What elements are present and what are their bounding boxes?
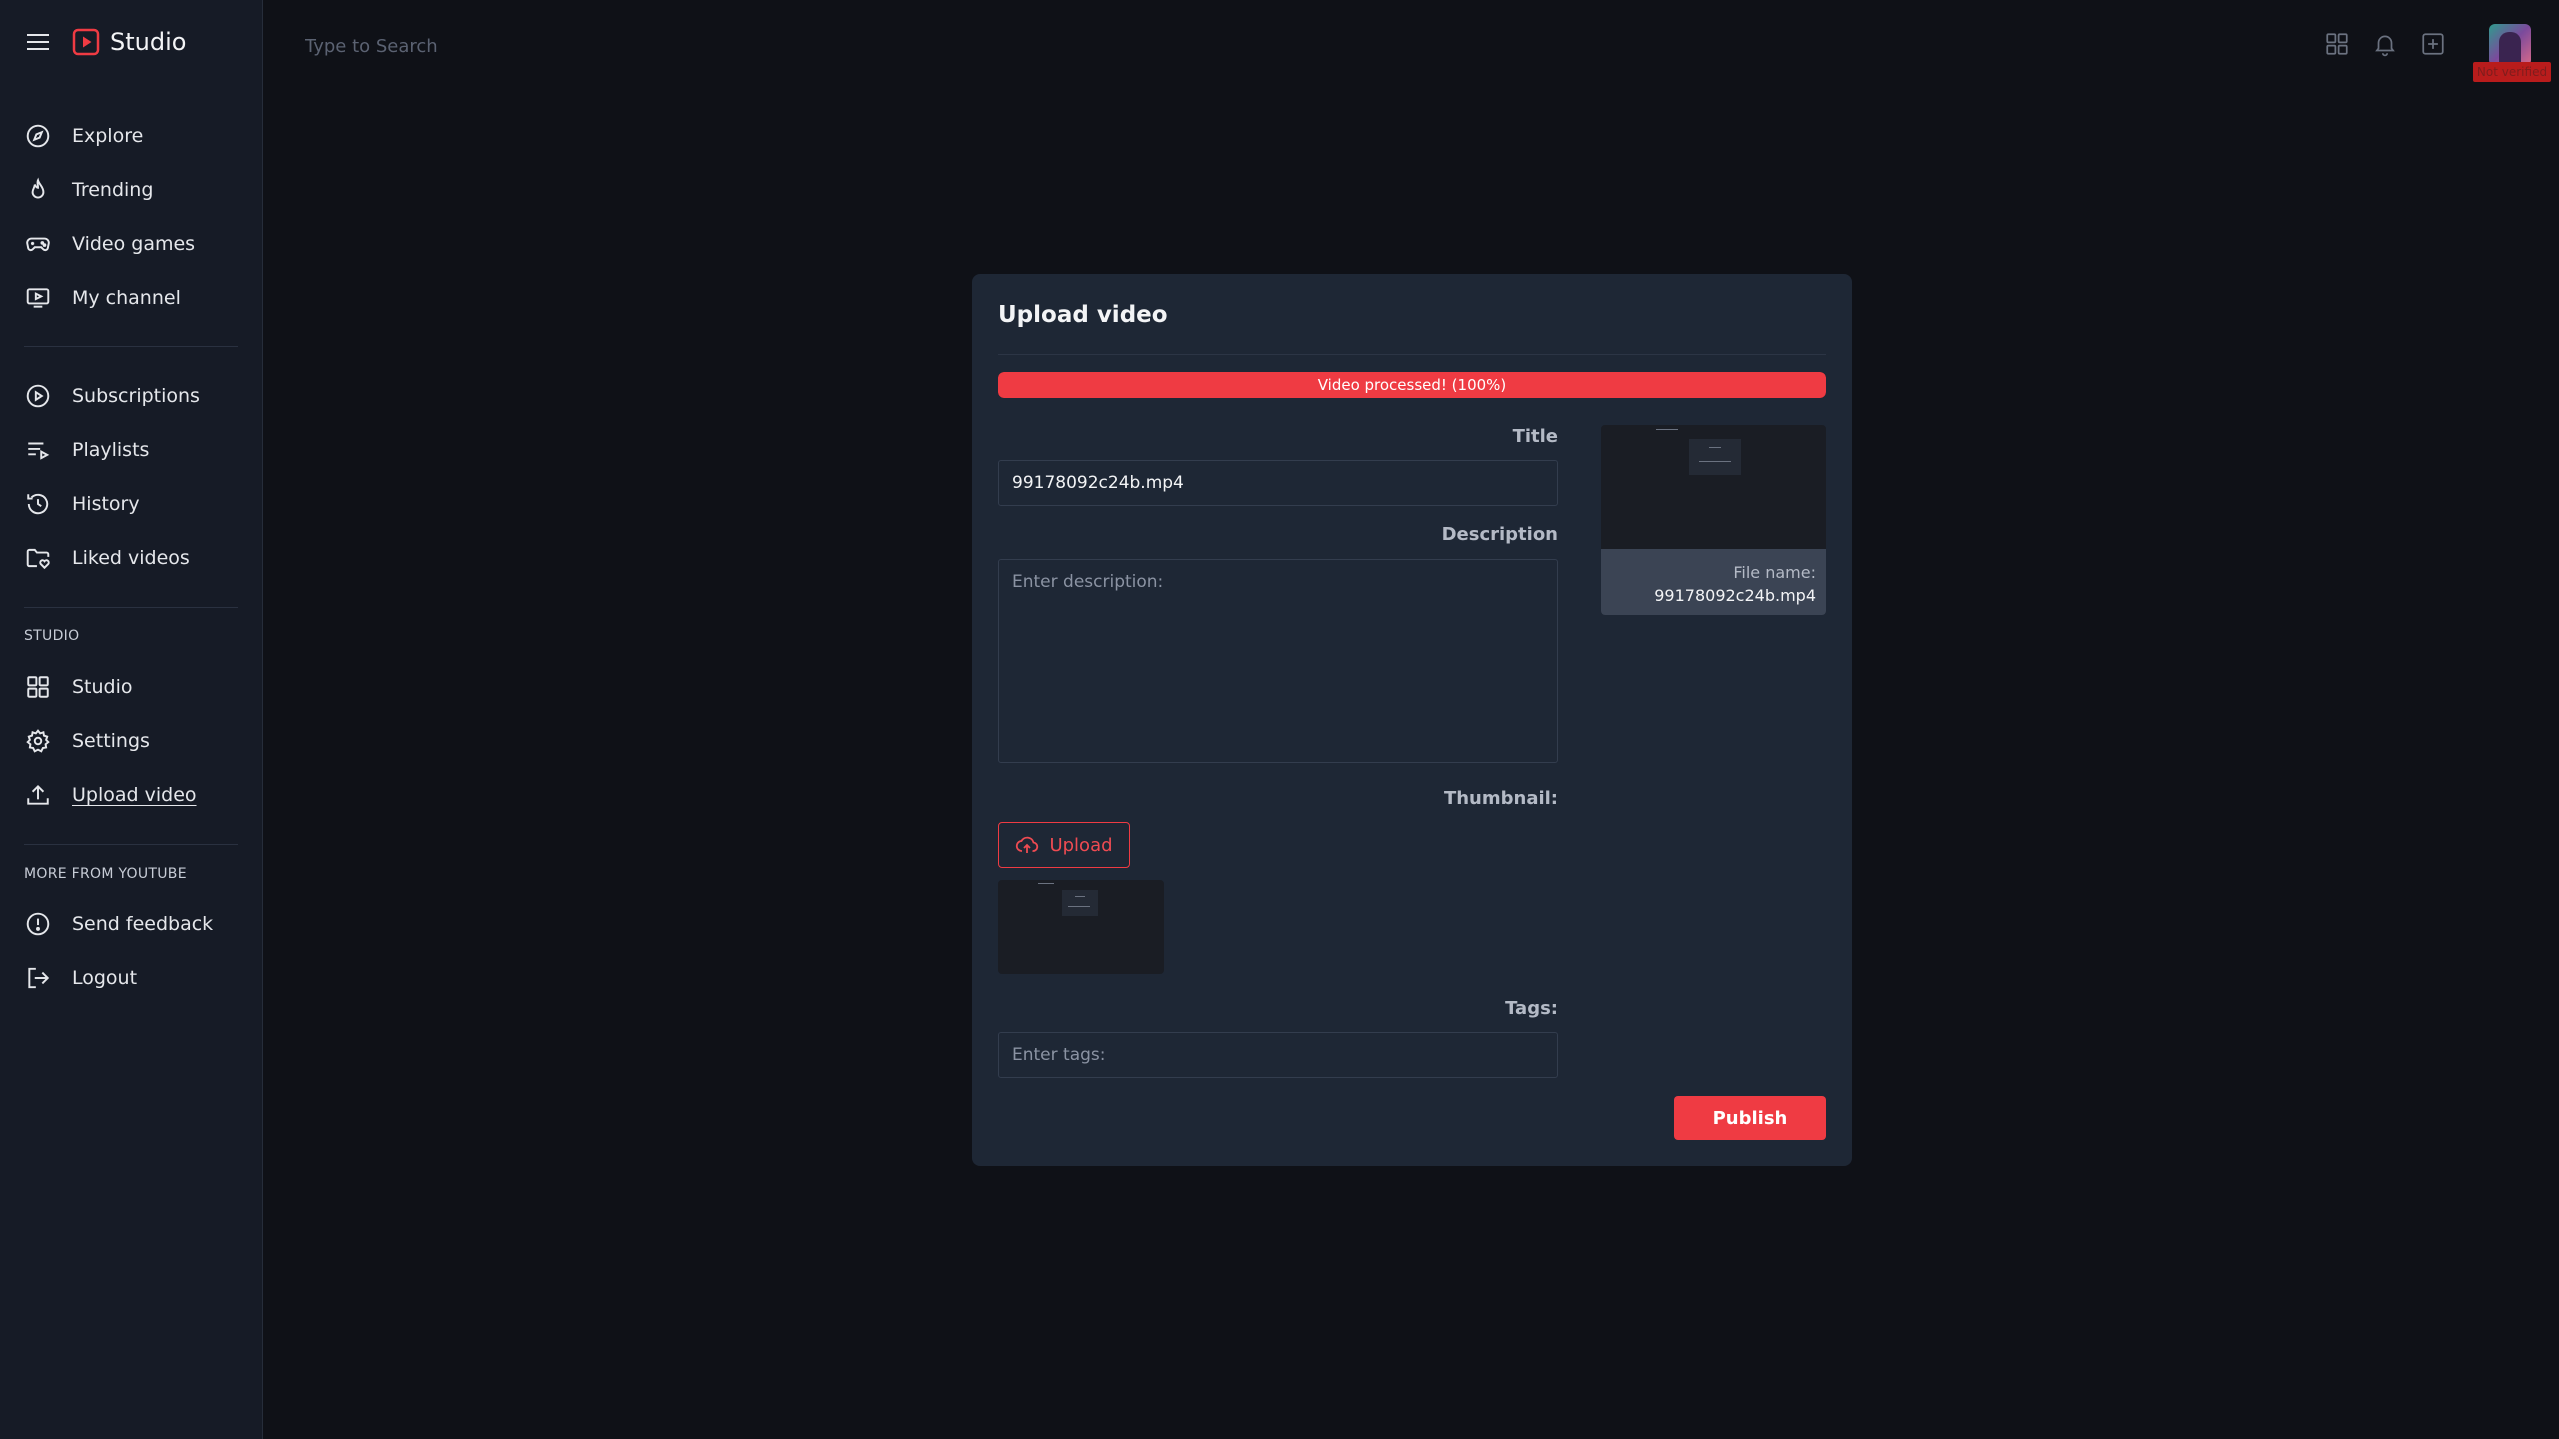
- upload-icon: [24, 781, 52, 809]
- sidebar-item-label: Settings: [72, 730, 150, 752]
- upload-button-label: Upload: [1049, 834, 1113, 856]
- play-circle-icon: [24, 382, 52, 410]
- sidebar-item-label: Send feedback: [72, 913, 214, 935]
- sidebar-item-send-feedback[interactable]: Send feedback: [24, 907, 213, 941]
- video-preview-line: [1656, 429, 1678, 430]
- gamepad-icon: [24, 230, 52, 258]
- brand: Studio: [26, 22, 186, 62]
- thumbnail-preview-line: [1038, 883, 1054, 884]
- gear-icon: [24, 727, 52, 755]
- publish-button[interactable]: Publish: [1674, 1096, 1826, 1140]
- title-label: Title: [1512, 426, 1558, 447]
- thumbnail-preview-line: [1068, 906, 1090, 907]
- apps-grid-icon[interactable]: [2323, 30, 2351, 58]
- sidebar-item-label: History: [72, 493, 140, 515]
- tags-input[interactable]: [998, 1032, 1558, 1078]
- sidebar-section-more: MORE FROM YOUTUBE: [24, 866, 187, 882]
- file-name-label: File name:: [1733, 563, 1816, 582]
- history-icon: [24, 490, 52, 518]
- upload-thumbnail-button[interactable]: Upload: [998, 822, 1130, 868]
- sidebar-divider: [24, 844, 238, 845]
- thumbnail-preview-screen: [1062, 890, 1098, 916]
- create-plus-icon[interactable]: [2419, 30, 2447, 58]
- sidebar-item-explore[interactable]: Explore: [24, 119, 143, 153]
- grid-icon: [24, 673, 52, 701]
- description-label: Description: [1441, 524, 1558, 545]
- sidebar-item-label: Upload video: [72, 784, 197, 806]
- sidebar-divider: [24, 346, 238, 347]
- hamburger-menu-icon[interactable]: [26, 30, 50, 54]
- dialog-title: Upload video: [998, 302, 1168, 328]
- thumbnail-preview: [998, 880, 1164, 974]
- sidebar: Studio Explore Trending Video games My c…: [0, 0, 263, 1439]
- sidebar-item-label: Trending: [72, 179, 154, 201]
- sidebar-item-playlists[interactable]: Playlists: [24, 433, 149, 467]
- channel-icon: [24, 284, 52, 312]
- video-preview: File name: 99178092c24b.mp4: [1601, 425, 1826, 615]
- brand-title[interactable]: Studio: [110, 28, 186, 56]
- logout-icon: [24, 964, 52, 992]
- sidebar-item-liked-videos[interactable]: Liked videos: [24, 541, 190, 575]
- sidebar-item-video-games[interactable]: Video games: [24, 227, 195, 261]
- liked-folder-icon: [24, 544, 52, 572]
- tags-label: Tags:: [1505, 998, 1558, 1019]
- not-verified-badge: Not verified: [2473, 62, 2551, 82]
- video-preview-line: [1699, 461, 1731, 462]
- description-textarea[interactable]: [998, 559, 1558, 763]
- sidebar-item-label: Studio: [72, 676, 133, 698]
- sidebar-item-label: Explore: [72, 125, 144, 147]
- sidebar-item-studio[interactable]: Studio: [24, 670, 133, 704]
- flame-icon: [24, 176, 52, 204]
- sidebar-item-label: Playlists: [72, 439, 150, 461]
- compass-icon: [24, 122, 52, 150]
- playlist-icon: [24, 436, 52, 464]
- sidebar-item-label: Logout: [72, 967, 138, 989]
- file-name-value: 99178092c24b.mp4: [1654, 586, 1816, 605]
- video-preview-screen: [1689, 439, 1741, 475]
- sidebar-item-label: Video games: [72, 233, 196, 255]
- bell-icon[interactable]: [2371, 30, 2399, 58]
- title-input[interactable]: [998, 460, 1558, 506]
- sidebar-item-trending[interactable]: Trending: [24, 173, 153, 207]
- avatar[interactable]: [2489, 24, 2531, 66]
- sidebar-item-my-channel[interactable]: My channel: [24, 281, 181, 315]
- search-input[interactable]: [305, 32, 905, 60]
- sidebar-item-settings[interactable]: Settings: [24, 724, 150, 758]
- thumbnail-preview-line: [1075, 896, 1085, 897]
- video-preview-footer: File name: 99178092c24b.mp4: [1601, 549, 1826, 615]
- upload-video-dialog: Upload video Video processed! (100%) Tit…: [972, 274, 1852, 1166]
- sidebar-divider: [24, 607, 238, 608]
- sidebar-item-history[interactable]: History: [24, 487, 140, 521]
- processing-progress-bar: Video processed! (100%): [998, 372, 1826, 398]
- sidebar-item-label: My channel: [72, 287, 181, 309]
- sidebar-item-upload-video[interactable]: Upload video: [24, 778, 197, 812]
- cloud-upload-icon: [1016, 836, 1039, 853]
- sidebar-item-label: Liked videos: [72, 547, 190, 569]
- thumbnail-label: Thumbnail:: [1443, 788, 1558, 809]
- avatar-figure: [2499, 32, 2521, 66]
- progress-text: Video processed! (100%): [1317, 376, 1507, 394]
- alert-circle-icon: [24, 910, 52, 938]
- sidebar-item-subscriptions[interactable]: Subscriptions: [24, 379, 200, 413]
- sidebar-item-label: Subscriptions: [72, 385, 200, 407]
- video-preview-line: [1709, 447, 1721, 448]
- sidebar-item-logout[interactable]: Logout: [24, 961, 137, 995]
- studio-logo-icon[interactable]: [72, 28, 100, 56]
- dialog-divider: [998, 354, 1826, 355]
- sidebar-section-studio: STUDIO: [24, 628, 80, 644]
